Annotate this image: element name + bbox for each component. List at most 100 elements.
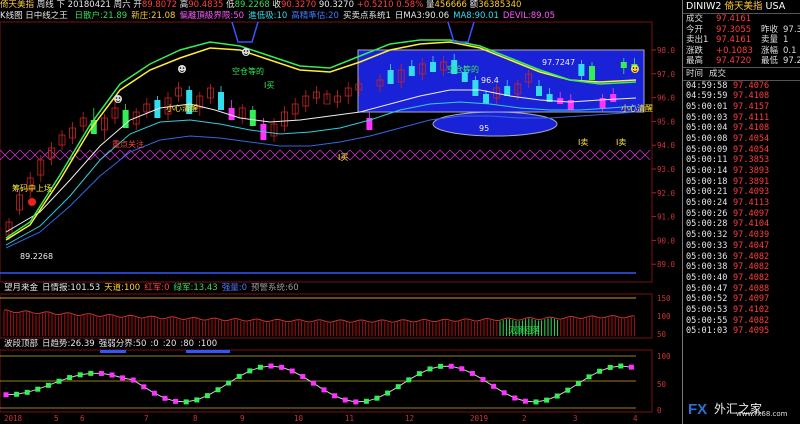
tick-row[interactable]: 05:00:53 97.4102 — [683, 305, 800, 316]
y-tick-label: 96.0 — [657, 94, 676, 103]
quote-market: USA — [765, 1, 786, 12]
period-label[interactable]: 周线 — [37, 0, 54, 10]
quote-row: 卖出1 97.4161 卖量 1 — [683, 35, 800, 46]
ind3-point — [247, 368, 253, 374]
quote-label: 卖出1 — [686, 35, 709, 45]
ind3-marker — [186, 350, 230, 353]
tick-row[interactable]: 05:00:47 97.4088 — [683, 284, 800, 295]
tick-time: 05:00:18 — [686, 176, 728, 187]
tick-time: 05:00:36 — [686, 251, 728, 262]
tick-row[interactable]: 05:00:28 97.4104 — [683, 219, 800, 230]
signal-marker — [231, 21, 259, 43]
tick-row[interactable]: 05:00:38 97.4082 — [683, 262, 800, 273]
tick-row[interactable]: 05:00:40 97.4082 — [683, 273, 800, 284]
quote-name: 倚天美指 — [724, 1, 763, 12]
tick-row[interactable]: 04:59:58 97.4076 — [683, 81, 800, 92]
tick-row[interactable]: 05:00:24 97.4113 — [683, 198, 800, 209]
legend-item: 绿军:13.43 — [173, 283, 218, 293]
quote-value: 1 — [783, 35, 789, 45]
smiley-icon — [631, 65, 639, 73]
volume-label: 量 — [426, 0, 435, 10]
legend-item: 日情报:101.53 — [42, 283, 101, 293]
tick-row[interactable]: 05:00:32 97.4039 — [683, 230, 800, 241]
x-tick-label: 6 — [80, 414, 85, 423]
tick-row[interactable]: 05:00:14 97.3893 — [683, 166, 800, 177]
ind3-points — [3, 363, 634, 405]
tick-time: 05:00:38 — [686, 262, 728, 273]
ind3-point — [310, 380, 316, 386]
tick-row[interactable]: 05:00:21 97.4093 — [683, 187, 800, 198]
ind3-point — [597, 368, 603, 374]
kline-chart[interactable]: 89.2268 97.7247 96.4 95 筹码中上场 重点关注 小心清醒 … — [0, 0, 682, 424]
tick-row[interactable]: 05:00:09 97.4054 — [683, 145, 800, 156]
tick-row[interactable]: 05:00:55 97.4082 — [683, 316, 800, 327]
tick-header: 时间 成交 — [683, 66, 800, 81]
ind3-point — [618, 363, 624, 369]
chart-tag: 筹码中上场 — [12, 183, 52, 193]
signal-dot — [28, 198, 36, 206]
y-tick-label: 150 — [657, 294, 671, 303]
tick-price: 97.4157 — [733, 101, 770, 112]
legend-item: 高精準估:20 — [291, 11, 339, 21]
legend-item: 日散户:21.89 — [74, 11, 128, 21]
tick-row[interactable]: 05:00:08 97.4054 — [683, 134, 800, 145]
signal-marker — [447, 21, 475, 43]
tick-time: 05:00:04 — [686, 123, 728, 134]
quote-label: 卖量 — [761, 35, 779, 45]
indicator3-legend[interactable]: 波段顶部 日趋势:26.39 强弱分界:50:0:20:80:100 — [0, 339, 680, 350]
tick-price: 97.4082 — [733, 251, 770, 262]
symbol-name[interactable]: 倚天美指 — [0, 0, 34, 10]
tick-price: 97.4039 — [733, 230, 770, 241]
legend-item: 波段顶部 — [4, 339, 39, 349]
tick-row[interactable]: 05:00:33 97.4047 — [683, 241, 800, 252]
tick-row[interactable]: 05:00:11 97.3853 — [683, 155, 800, 166]
x-tick-label: 5 — [54, 414, 59, 423]
tick-price: 97.4104 — [733, 219, 770, 230]
candle-body — [610, 94, 617, 102]
ind3-point — [215, 387, 221, 393]
legend-item: 新庄:21.08 — [131, 11, 176, 21]
tick-row[interactable]: 05:00:01 97.4157 — [683, 102, 800, 113]
indicator-sub[interactable]: 日中线之王 — [25, 11, 68, 21]
tick-row[interactable]: 05:00:03 97.4111 — [683, 113, 800, 124]
candle-body — [408, 66, 415, 76]
y-tick-label: 89.0 — [657, 260, 676, 269]
smiley-icon — [178, 65, 186, 73]
tick-time: 05:00:47 — [686, 283, 728, 294]
tick-row[interactable]: 05:00:04 97.4108 — [683, 123, 800, 134]
ind3-point — [130, 377, 136, 383]
tick-row[interactable]: 05:00:26 97.4097 — [683, 209, 800, 220]
chart-tag: 重点关注 — [112, 139, 144, 149]
tick-row[interactable]: 05:00:36 97.4082 — [683, 252, 800, 263]
quote-row: 最高 97.4720 最低 97.2 — [683, 56, 800, 67]
ind3-point — [98, 370, 104, 376]
tick-price: 97.4054 — [733, 133, 770, 144]
legend-item: MA8:90.01 — [453, 11, 499, 21]
y-tick-label: 100 — [657, 352, 671, 361]
high-label: 高 — [179, 0, 189, 10]
tick-price: 97.4111 — [733, 112, 770, 123]
tick-row[interactable]: 05:00:18 97.3891 — [683, 177, 800, 188]
tick-row[interactable]: 05:01:03 97.4095 — [683, 326, 800, 337]
buy-signal: I买 — [338, 153, 348, 162]
tick-time: 05:00:14 — [686, 166, 728, 176]
tick-price: 97.4108 — [733, 91, 770, 102]
ind3-point — [257, 364, 263, 370]
tick-time: 05:00:26 — [686, 208, 728, 219]
ind3-point — [77, 372, 83, 378]
indicator2-legend[interactable]: 望月来金 日情报:101.53 天道:100 红军:0 绿军:13.43 强量:0 预警系统… — [0, 283, 680, 294]
ind3-point — [67, 375, 73, 381]
tick-row[interactable]: 04:59:59 97.4108 — [683, 91, 800, 102]
tick-row[interactable]: 05:00:52 97.4097 — [683, 294, 800, 305]
legend-item: 强量:0 — [221, 283, 247, 293]
tick-list[interactable]: 04:59:58 97.4076 04:59:59 97.4108 05:00:01 97… — [683, 81, 800, 338]
header-bar: 倚天美指 周线 下 20180421 周六 开89.8072 高90.4835 … — [0, 0, 680, 11]
y-tick-label: 94.0 — [657, 141, 676, 150]
quote-panel: DINIW2 倚天美指 USA 成交 97.4161 今开 97.3055 昨收 97.3… — [682, 0, 800, 424]
ind3-point — [300, 374, 306, 380]
indicator-name[interactable]: K线图 — [0, 11, 23, 21]
main-indicator-legend: K线图 日中线之王 日散户:21.89 新庄:21.08 偏離頂級界限:50 進低吸:… — [0, 11, 680, 22]
ind3-point — [141, 384, 147, 390]
quote-value: 0.1 — [783, 45, 797, 56]
tick-price: 97.4097 — [733, 294, 770, 305]
